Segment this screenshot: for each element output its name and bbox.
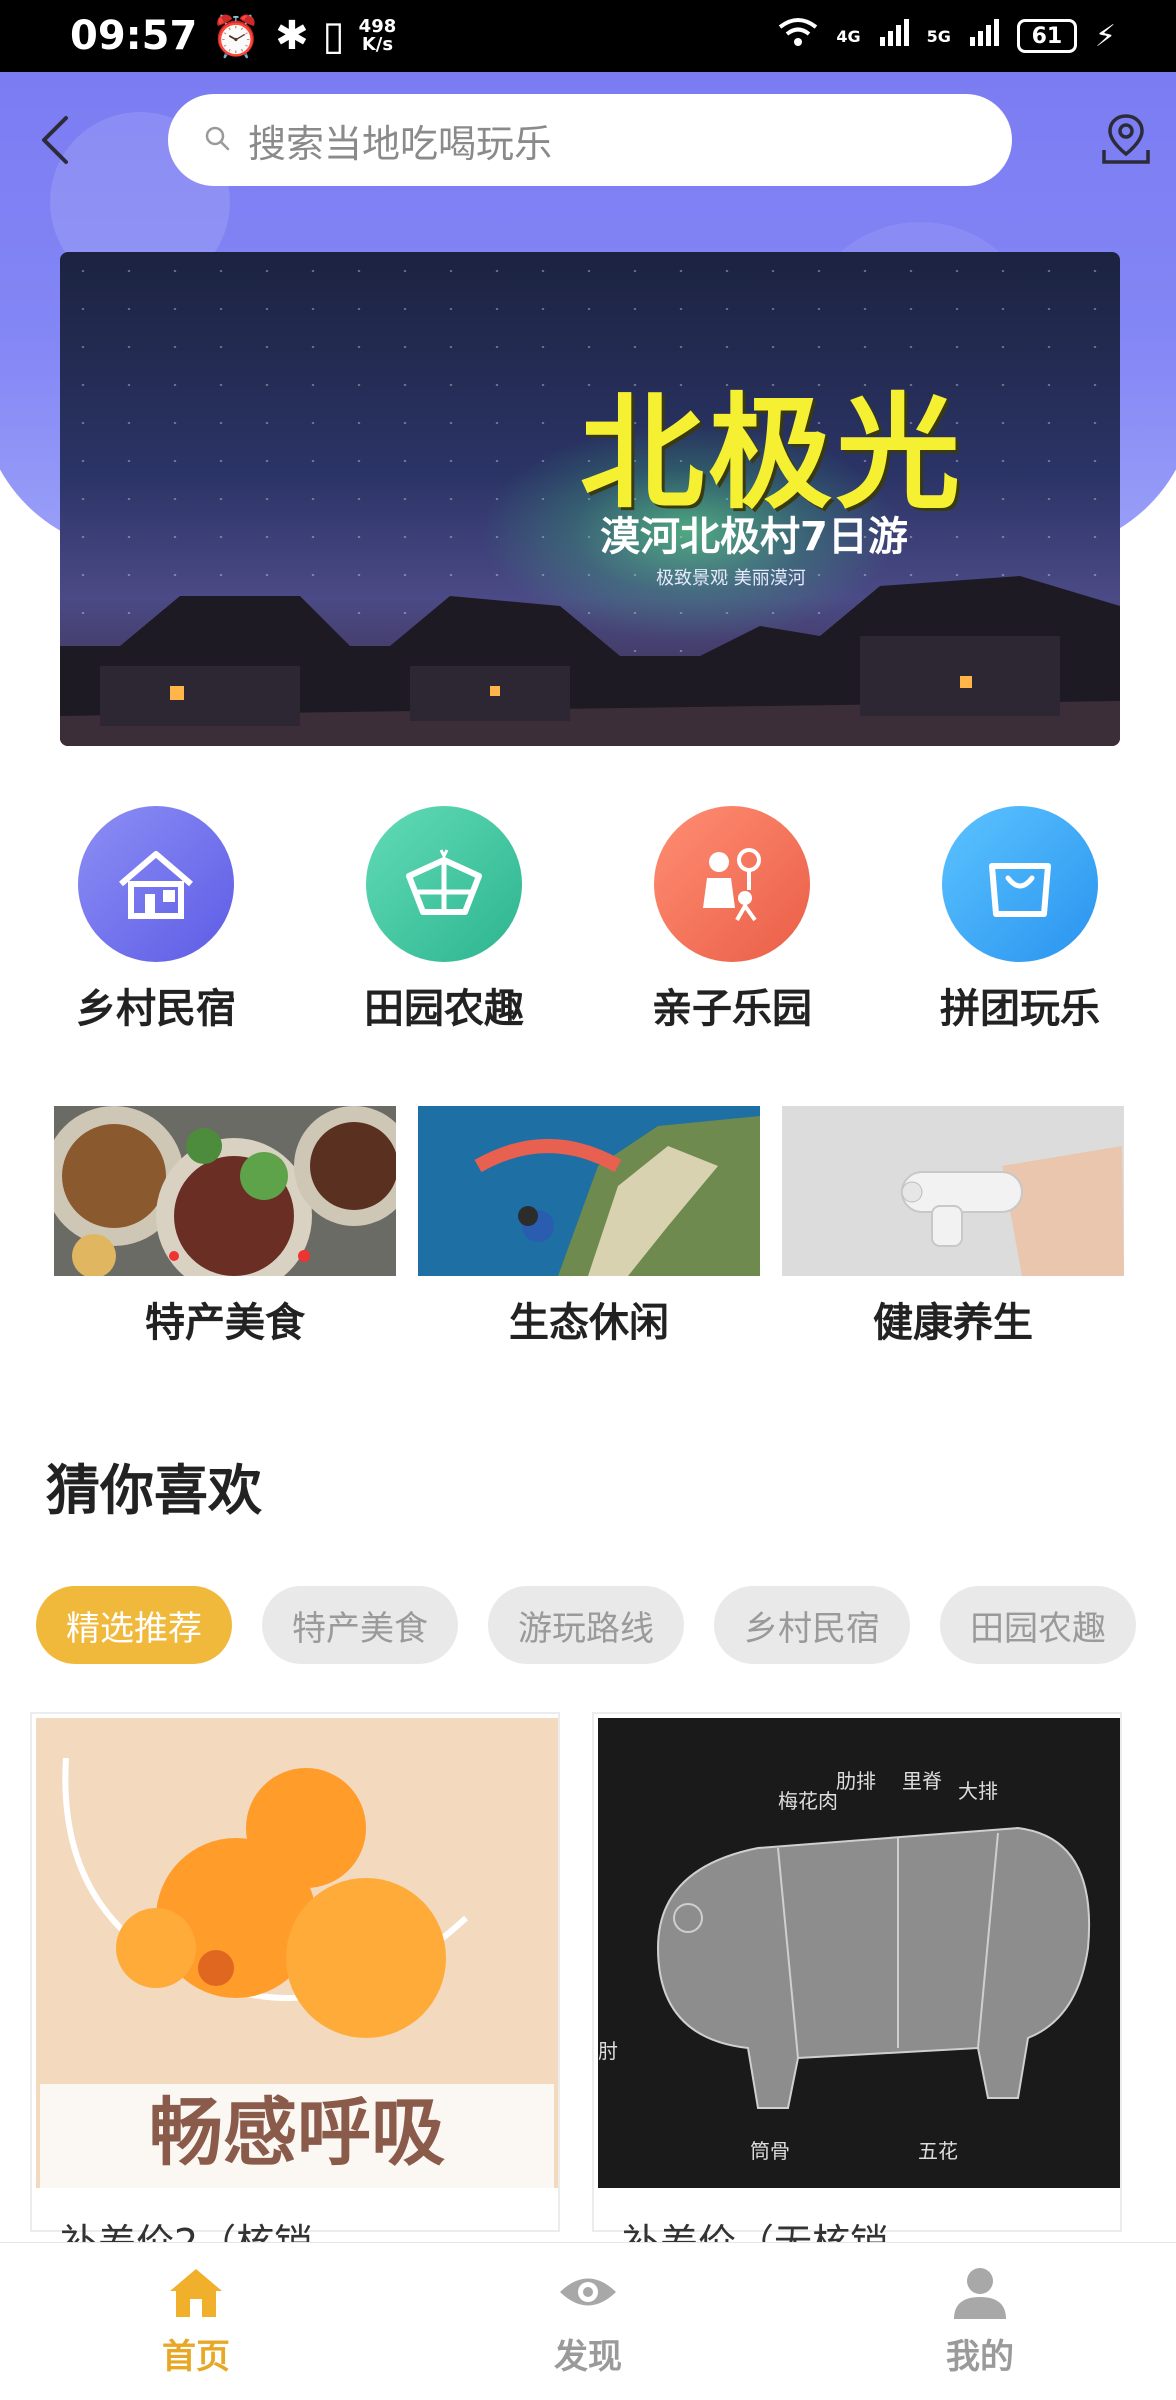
meat-label: 肋排 [836,1769,876,1793]
bluetooth-icon: ✱ [275,13,309,59]
feature-eco-leisure[interactable]: 生态休闲 [418,1106,760,1348]
bottom-nav: 首页 发现 我的 [0,2242,1176,2400]
meat-label: 五花 [918,2139,958,2163]
vibrate-icon: ▯ [322,13,345,59]
signal-4g-label: 4G [836,26,861,46]
product-image: 梅花肉 肋排 里脊 大排 筒骨 五花 肘 [598,1718,1120,2188]
home-icon [170,2269,222,2317]
feature-health[interactable]: 健康养生 [782,1106,1124,1348]
back-button[interactable] [36,110,76,170]
category-homestay[interactable]: 乡村民宿 [56,806,256,1034]
chip-featured[interactable]: 精选推荐 [36,1586,232,1664]
feature-label: 健康养生 [873,1300,1033,1346]
signal-icon-2 [969,17,999,55]
signal-5g-label: 5G [926,26,951,46]
user-icon [954,2268,1006,2319]
net-speed: 498 K/s [358,16,397,55]
chip-routes[interactable]: 游玩路线 [488,1586,684,1664]
farm-icon [366,806,522,962]
nav-label: 发现 [554,2337,622,2377]
meat-label: 里脊 [902,1769,942,1793]
charging-icon: ⚡ [1094,18,1116,54]
alarm-icon: ⏰ [211,13,262,60]
map-pin-icon [1102,114,1150,164]
category-label: 拼团玩乐 [940,986,1100,1032]
feature-label: 特产美食 [145,1300,305,1346]
nav-home[interactable]: 首页 [96,2265,296,2378]
category-label: 乡村民宿 [76,986,236,1032]
homestay-icon [78,806,234,962]
filter-chips: 精选推荐 特产美食 游玩路线 乡村民宿 田园农趣 [36,1586,1136,1664]
meat-label: 肘 [598,2039,618,2063]
product-image: 畅感呼吸 [36,1718,558,2188]
search-placeholder: 搜索当地吃喝玩乐 [248,121,553,166]
chip-homestay[interactable]: 乡村民宿 [714,1586,910,1664]
product-card[interactable]: 畅感呼吸 补差价2（核销 [30,1712,560,2265]
chip-specialty-food[interactable]: 特产美食 [262,1586,458,1664]
eco-leisure-image [418,1106,760,1276]
status-time: 09:57 [70,13,198,59]
category-label: 亲子乐园 [652,986,812,1032]
meat-label: 筒骨 [750,2139,790,2163]
chevron-left-icon [42,116,68,164]
shopping-bag-icon [942,806,1098,962]
category-farm[interactable]: 田园农趣 [344,806,544,1034]
battery-indicator: 61 [1016,19,1077,53]
feature-label: 生态休闲 [509,1300,669,1346]
product-image-text: 畅感呼吸 [149,2090,445,2176]
search-icon [204,125,230,155]
nav-label: 我的 [946,2337,1014,2377]
specialty-food-image [54,1106,396,1276]
banner-subtitle: 漠河北极村7日游 [600,514,908,560]
feature-specialty-food[interactable]: 特产美食 [54,1106,396,1348]
eye-icon [560,2278,616,2306]
product-card[interactable]: 梅花肉 肋排 里脊 大排 筒骨 五花 肘 补差价（无核销 [592,1712,1122,2265]
nav-discover[interactable]: 发现 [488,2265,688,2378]
village-houses-graphic [60,576,1120,746]
promo-banner[interactable]: 北极光 漠河北极村7日游 极致景观 美丽漠河 [60,252,1120,746]
section-title-recommend: 猜你喜欢 [46,1459,262,1522]
signal-icon [879,17,909,55]
location-button[interactable] [1098,110,1154,166]
status-bar: 09:57 ⏰ ✱ ▯ 498 K/s 4G 5G 61 ⚡ [0,0,1176,72]
nav-profile[interactable]: 我的 [880,2265,1080,2378]
meat-label: 梅花肉 [778,1789,838,1813]
category-label: 田园农趣 [364,986,524,1032]
chip-farm[interactable]: 田园农趣 [940,1586,1136,1664]
category-group-buy[interactable]: 拼团玩乐 [920,806,1120,1034]
wifi-icon [778,17,818,55]
health-image [782,1106,1124,1276]
meat-label: 大排 [958,1779,998,1803]
category-family[interactable]: 亲子乐园 [632,806,832,1034]
family-icon [654,806,810,962]
nav-label: 首页 [162,2337,230,2377]
search-input[interactable]: 搜索当地吃喝玩乐 [168,94,1012,186]
banner-tagline: 极致景观 美丽漠河 [656,568,806,589]
